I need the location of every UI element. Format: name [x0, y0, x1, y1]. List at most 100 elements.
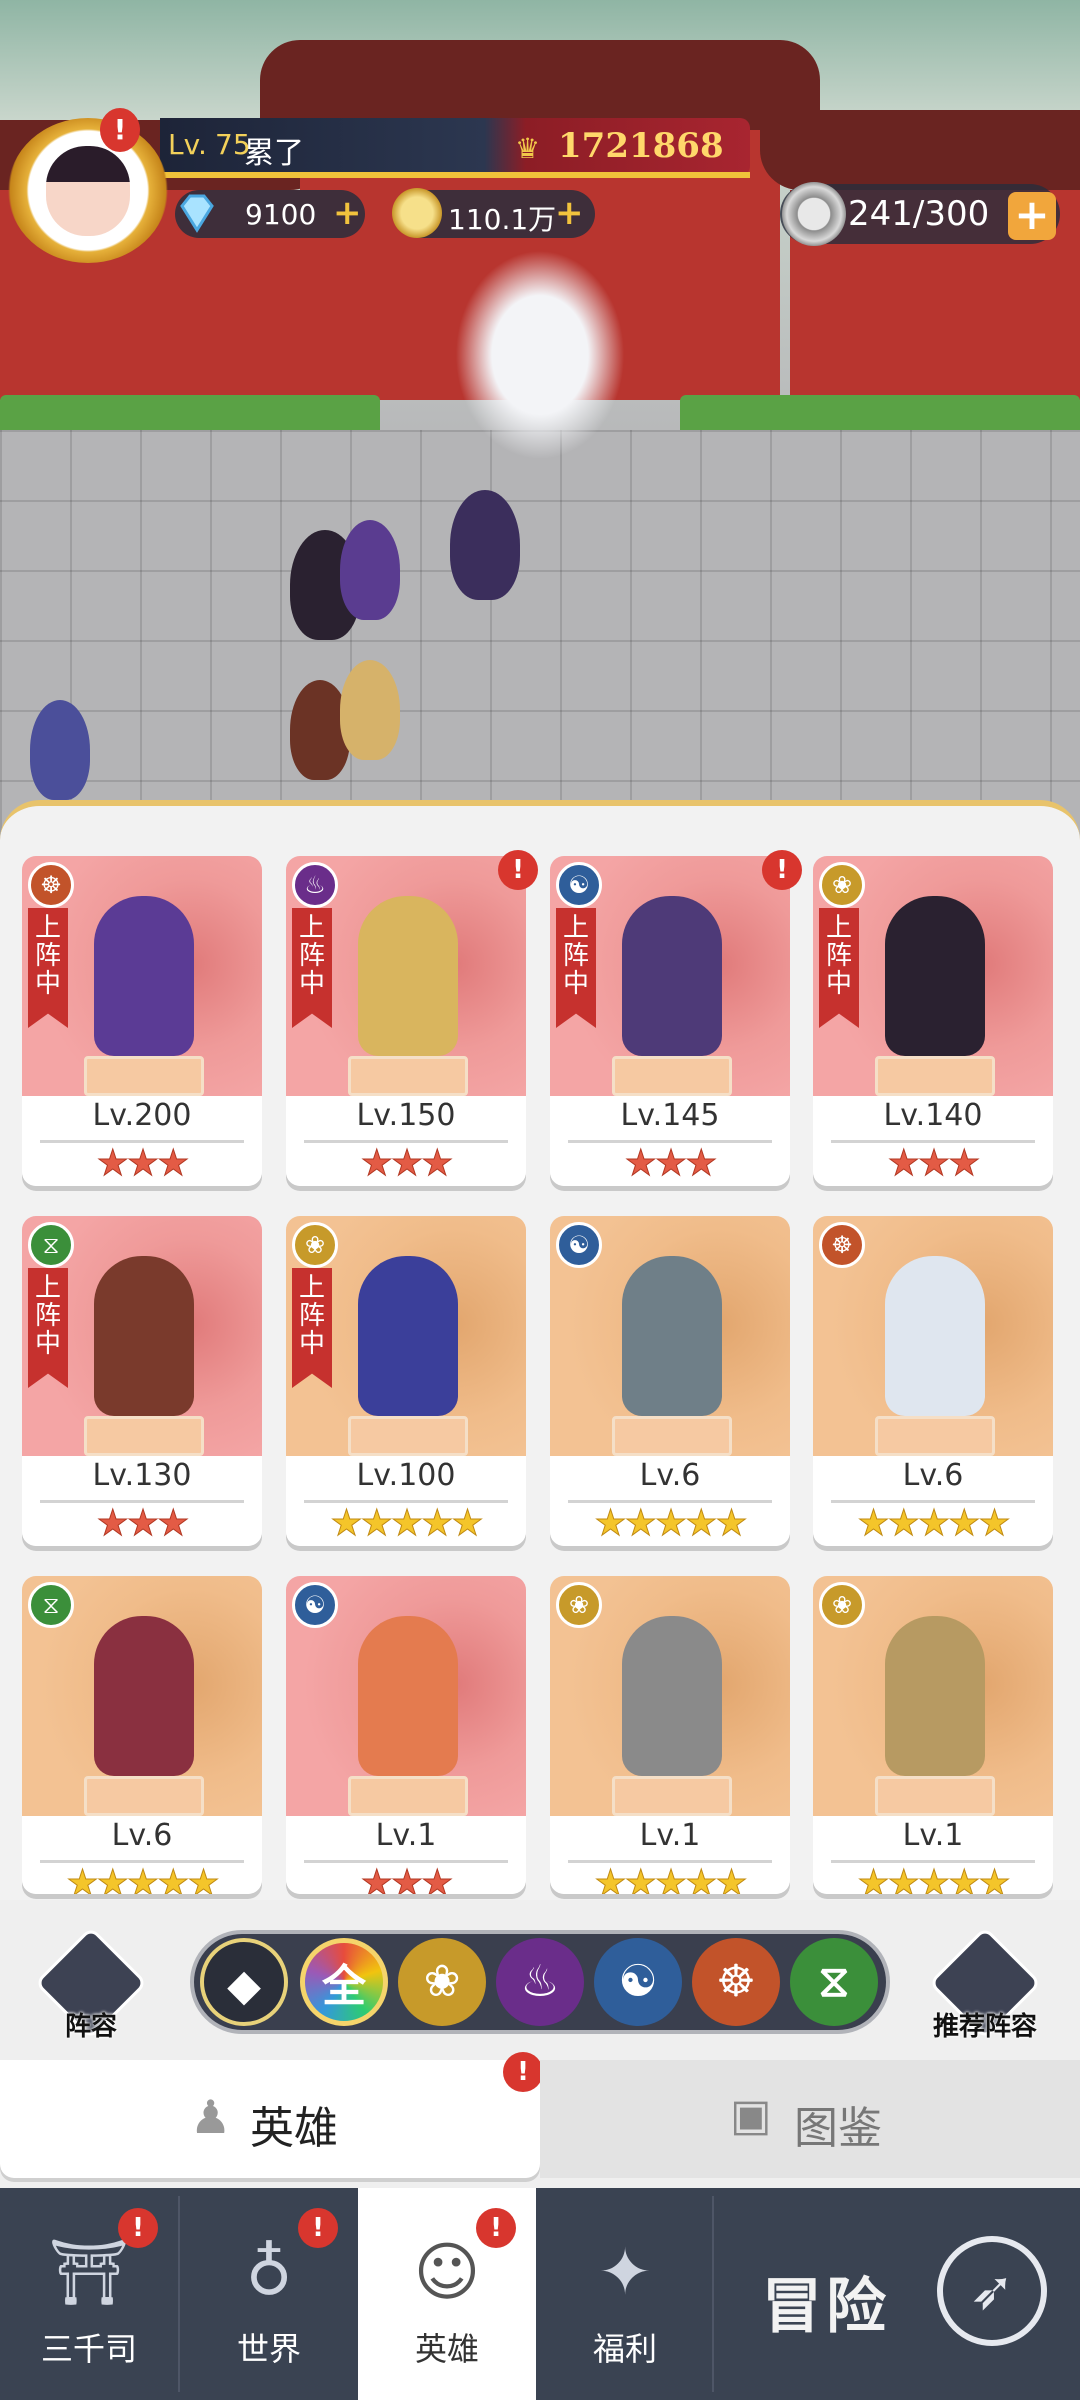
alert-icon: ! [118, 2208, 158, 2248]
dna-icon: ⧖ [28, 1582, 74, 1628]
alert-icon: ! [498, 850, 538, 890]
courtyard-floor [0, 430, 1080, 840]
hero-card[interactable]: ☯ Lv.6 ★★★★★ [550, 1216, 790, 1546]
hero-sprite [340, 660, 400, 760]
alert-icon: ! [298, 2208, 338, 2248]
lotus-icon: ❀ [292, 1222, 338, 1268]
hero-sprite [450, 490, 520, 600]
hero-tab-icon: ♟ [190, 2090, 232, 2144]
hero-pedestal [612, 1416, 732, 1456]
hero-card[interactable]: ☯ Lv.1 ★★★ [286, 1576, 526, 1894]
hero-card[interactable]: ❀ 上阵中 Lv.140 ★★★ [813, 856, 1053, 1186]
hero-pedestal [612, 1776, 732, 1816]
add-stamina-button[interactable]: + [1008, 192, 1056, 240]
hero-star-rating: ★★★★★ [857, 1503, 1011, 1544]
nav-sanqiansi[interactable]: ⛩ 三千司 ! [0, 2188, 178, 2400]
avatar-face [46, 146, 130, 236]
add-gems-button[interactable]: + [333, 196, 362, 230]
hero-pedestal [348, 1056, 468, 1096]
nav-adventure[interactable]: 冒险 ➶ [712, 2188, 1080, 2400]
hero-card[interactable]: ❀ 上阵中 Lv.100 ★★★★★ [286, 1216, 526, 1546]
hero-card[interactable]: ❀ Lv.1 ★★★★★ [813, 1576, 1053, 1894]
hero-pedestal [875, 1416, 995, 1456]
hero-sprite [340, 520, 400, 620]
hero-card[interactable]: ☯ 上阵中 Lv.145 ★★★ [550, 856, 790, 1186]
hero-card[interactable]: ⧖ 上阵中 Lv.130 ★★★ [22, 1216, 262, 1546]
filter-all-button[interactable]: 全 [300, 1938, 388, 2026]
hero-star-rating: ★★★ [96, 1143, 190, 1184]
hero-card[interactable]: ♨ 上阵中 Lv.150 ★★★ [286, 856, 526, 1186]
lotus-icon: ❀ [556, 1582, 602, 1628]
hero-portrait [94, 1256, 194, 1416]
tab-heroes-label: 英雄 [250, 2103, 338, 2154]
lotus-icon: ❀ [819, 862, 865, 908]
recommended-lineup-label: 推荐阵容 [932, 2012, 1037, 2042]
lineup-button[interactable]: 阵容 [34, 1926, 148, 2042]
nav-world[interactable]: ♁ 世界 ! [180, 2188, 358, 2400]
filter-taiji-icon[interactable]: ☯ [594, 1938, 682, 2026]
hero-card[interactable]: ☸ Lv.6 ★★★★★ [813, 1216, 1053, 1546]
hero-card[interactable]: ❀ Lv.1 ★★★★★ [550, 1576, 790, 1894]
hero-star-rating: ★★★ [624, 1143, 718, 1184]
filter-lotus-icon[interactable]: ❀ [398, 1938, 486, 2026]
filter-flame-icon[interactable]: ♨ [496, 1938, 584, 2026]
taiji-icon: ☯ [556, 862, 602, 908]
pagoda-icon: ⛩ [48, 2236, 130, 2310]
hero-star-rating: ★★★★★ [330, 1503, 484, 1544]
hero-pedestal [612, 1056, 732, 1096]
hero-card[interactable]: ⧖ Lv.6 ★★★★★ [22, 1576, 262, 1894]
hero-star-rating: ★★★★★ [594, 1503, 748, 1544]
compass-icon: ➶ [937, 2236, 1047, 2346]
temple-roof-center [260, 40, 820, 130]
player-avatar[interactable] [8, 118, 168, 263]
hero-portrait [885, 1256, 985, 1416]
hero-pedestal [875, 1056, 995, 1096]
player-name: 累了 [244, 136, 304, 171]
alert-icon: ! [100, 108, 140, 152]
hero-star-rating: ★★★ [360, 1143, 454, 1184]
exp-bar [160, 172, 750, 178]
stamina-value: 241/300 [848, 194, 990, 234]
gold-coin-icon [392, 188, 442, 238]
combat-power-icon: ♛ [515, 132, 541, 165]
hero-star-rating: ★★★ [96, 1503, 190, 1544]
nav-welfare[interactable]: ✦ 福利 [536, 2188, 714, 2400]
deployed-badge: 上阵中 [28, 908, 68, 1028]
hero-level: Lv.6 [639, 1458, 701, 1493]
dna-icon: ⧖ [28, 1222, 74, 1268]
fox-statue [455, 250, 625, 460]
hero-level: Lv.145 [620, 1098, 720, 1133]
recommended-lineup-button[interactable]: 推荐阵容 [928, 1926, 1042, 2042]
level-prefix: Lv. [168, 128, 207, 161]
alert-icon: ! [762, 850, 802, 890]
hero-pedestal [875, 1776, 995, 1816]
hero-portrait [358, 1616, 458, 1776]
filter-ascetic-icon[interactable]: ☸ [692, 1938, 780, 2026]
hero-pedestal [348, 1416, 468, 1456]
filter-unit-type-icon[interactable]: ◆ [200, 1938, 288, 2026]
hero-star-rating: ★★★★★ [857, 1863, 1011, 1894]
nav-adventure-label: 冒险 [762, 2272, 890, 2342]
flame-icon: ♨ [292, 862, 338, 908]
planet-icon: ♁ [245, 2236, 293, 2310]
ascetic-icon: ☸ [28, 862, 74, 908]
hero-card[interactable]: ☸ 上阵中 Lv.200 ★★★ [22, 856, 262, 1186]
hero-portrait [622, 896, 722, 1056]
nav-heroes-label: 英雄 [414, 2330, 479, 2368]
stamina-icon [782, 182, 846, 246]
hero-level: Lv.150 [356, 1098, 456, 1133]
hero-level: Lv.1 [375, 1818, 437, 1853]
hero-level: Lv.100 [356, 1458, 456, 1493]
nav-welfare-label: 福利 [592, 2330, 657, 2368]
lineup-label: 阵容 [64, 2012, 117, 2042]
hero-portrait [94, 1616, 194, 1776]
nav-world-label: 世界 [236, 2330, 301, 2368]
lotus-icon: ❀ [819, 1582, 865, 1628]
filter-dna-icon[interactable]: ⧖ [790, 1938, 878, 2026]
hero-portrait [885, 1616, 985, 1776]
nav-heroes[interactable]: ☺ 英雄 ! [358, 2188, 536, 2400]
hero-star-rating: ★★★★★ [594, 1863, 748, 1894]
tab-heroes[interactable]: ♟ 英雄 [0, 2060, 540, 2178]
add-gold-button[interactable]: + [555, 196, 584, 230]
tab-codex[interactable]: ▣ 图鉴 [540, 2060, 1080, 2178]
